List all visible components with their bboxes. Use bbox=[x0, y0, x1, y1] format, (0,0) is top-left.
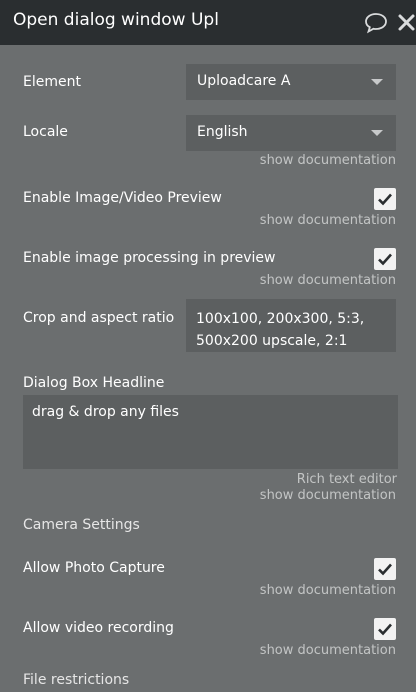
headline-editor[interactable]: drag & drop any files bbox=[23, 395, 398, 469]
file-restrictions-heading: File restrictions bbox=[23, 672, 130, 688]
chevron-down-icon bbox=[371, 130, 383, 136]
crop-input[interactable]: 100x100, 200x300, 5:3, 500x200 upscale, … bbox=[186, 299, 396, 352]
preview-label: Enable Image/Video Preview bbox=[23, 190, 222, 206]
headline-label: Dialog Box Headline bbox=[23, 375, 165, 391]
crop-label: Crop and aspect ratio bbox=[23, 310, 175, 326]
locale-doc-link[interactable]: show documentation bbox=[260, 153, 396, 168]
locale-dropdown[interactable]: English bbox=[186, 115, 396, 151]
photo-capture-checkbox[interactable] bbox=[374, 558, 396, 580]
photo-capture-doc-link[interactable]: show documentation bbox=[260, 583, 396, 598]
element-dropdown-value: Uploadcare A bbox=[197, 73, 291, 89]
processing-checkbox[interactable] bbox=[374, 248, 396, 270]
chevron-down-icon bbox=[371, 79, 383, 85]
preview-checkbox[interactable] bbox=[374, 188, 396, 210]
panel-title: Open dialog window Upl bbox=[13, 10, 219, 30]
checkmark-icon bbox=[378, 193, 392, 206]
photo-capture-label: Allow Photo Capture bbox=[23, 560, 165, 576]
close-icon[interactable] bbox=[397, 12, 416, 34]
video-recording-checkbox[interactable] bbox=[374, 618, 396, 640]
video-recording-doc-link[interactable]: show documentation bbox=[260, 643, 396, 658]
preview-doc-link[interactable]: show documentation bbox=[260, 213, 396, 228]
comment-icon[interactable] bbox=[364, 12, 388, 34]
processing-doc-link[interactable]: show documentation bbox=[260, 273, 396, 288]
video-recording-label: Allow video recording bbox=[23, 620, 174, 636]
checkmark-icon bbox=[378, 563, 392, 576]
locale-dropdown-value: English bbox=[197, 124, 248, 140]
element-label: Element bbox=[23, 74, 81, 90]
processing-label: Enable image processing in preview bbox=[23, 250, 276, 266]
rich-text-editor-link[interactable]: Rich text editor bbox=[297, 472, 397, 487]
checkmark-icon bbox=[378, 253, 392, 266]
headline-doc-link[interactable]: show documentation bbox=[260, 488, 396, 503]
element-dropdown[interactable]: Uploadcare A bbox=[186, 64, 396, 100]
camera-settings-heading: Camera Settings bbox=[23, 517, 140, 533]
panel-header: Open dialog window Upl bbox=[0, 0, 416, 45]
checkmark-icon bbox=[378, 623, 392, 636]
locale-label: Locale bbox=[23, 124, 68, 140]
